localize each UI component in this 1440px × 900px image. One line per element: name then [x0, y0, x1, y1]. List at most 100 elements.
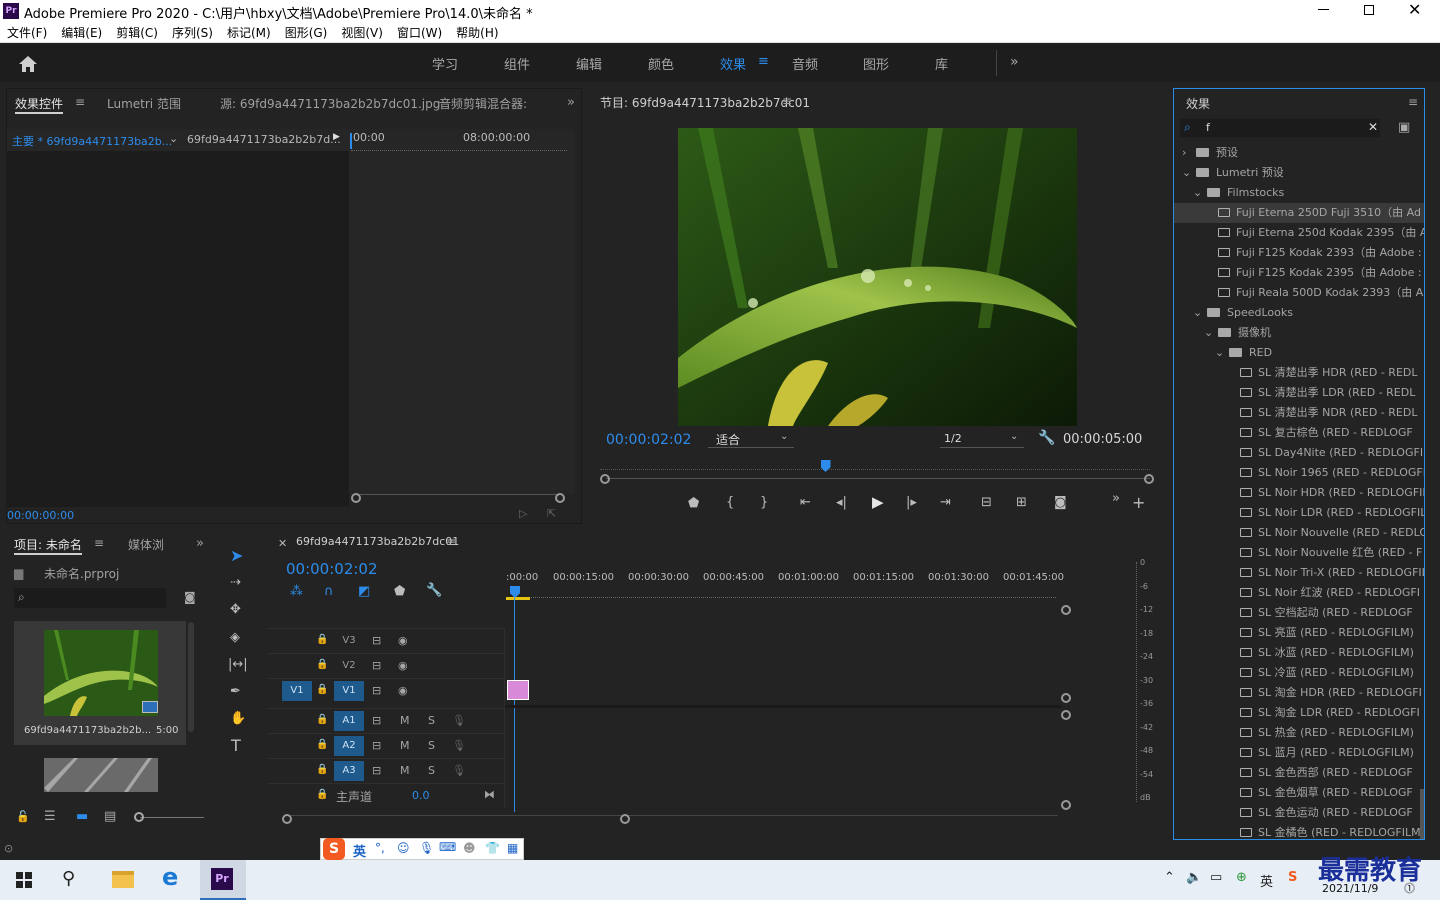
workspace-assembly[interactable]: 组件: [504, 54, 530, 73]
effects-preset-item[interactable]: SL 复古棕色 (RED - REDLOGF: [1174, 423, 1424, 443]
close-sequence-icon[interactable]: ✕: [278, 537, 287, 550]
effects-preset-item[interactable]: SL 淘金 LDR (RED - REDLOGFI: [1174, 703, 1424, 723]
effects-scrollbar[interactable]: [1420, 789, 1424, 839]
lock-icon[interactable]: 🔒: [316, 764, 328, 775]
workspace-editing[interactable]: 编辑: [576, 54, 602, 73]
tab-audio-clip-mixer[interactable]: 音频剪辑混合器:: [439, 95, 545, 112]
voiceover-mic-icon[interactable]: 🎙: [452, 714, 466, 727]
ripple-edit-icon[interactable]: ✥: [230, 603, 241, 616]
play-icon[interactable]: ▶: [872, 495, 884, 510]
edge-browser-icon[interactable]: e: [162, 863, 178, 891]
vertical-scroll-mid[interactable]: [1061, 693, 1071, 703]
effects-preset-item[interactable]: SL 冰蓝 (RED - REDLOGFILM): [1174, 643, 1424, 663]
solo-button[interactable]: S: [428, 739, 435, 752]
icon-view-icon[interactable]: ▬: [76, 809, 88, 824]
sync-lock-icon[interactable]: ⊟: [372, 714, 381, 727]
voiceover-mic-icon[interactable]: 🎙: [452, 739, 466, 752]
clip-label[interactable]: 69fd9a4471173ba2b2b7d...: [187, 133, 341, 146]
tab-project[interactable]: 项目: 未命名: [14, 536, 82, 555]
effects-preset-item[interactable]: SL 清楚出季 LDR (RED - REDL: [1174, 383, 1424, 403]
volume-icon[interactable]: 🔈: [1186, 870, 1202, 885]
freeform-view-icon[interactable]: ▤: [104, 809, 116, 824]
h-scroll-right[interactable]: [620, 814, 630, 824]
render-icon[interactable]: ▷: [519, 507, 527, 520]
workspace-learn[interactable]: 学习: [432, 54, 458, 73]
menu-sequence[interactable]: 序列(S): [165, 22, 220, 41]
menu-edit[interactable]: 编辑(E): [54, 22, 109, 41]
resolution-dropdown[interactable]: 1/2 ⌄: [940, 430, 1024, 448]
workspace-effects[interactable]: 效果: [720, 54, 746, 73]
chevron-down-icon[interactable]: ⌄: [1204, 323, 1218, 343]
effects-preset-item[interactable]: SL 热金 (RED - REDLOGFILM): [1174, 723, 1424, 743]
vertical-scroll-top[interactable]: [1061, 605, 1071, 615]
export-icon[interactable]: ⇱: [547, 507, 556, 520]
track-target-v1[interactable]: V1: [334, 681, 364, 701]
zoom-slider-handle[interactable]: [134, 812, 144, 822]
zoom-handle-left[interactable]: [600, 474, 610, 484]
solo-button[interactable]: S: [428, 714, 435, 727]
add-edit-icon[interactable]: ◩: [358, 585, 370, 598]
type-tool-icon[interactable]: T: [231, 738, 241, 754]
effects-menu-icon[interactable]: ≡: [1408, 95, 1418, 109]
effects-preset-item[interactable]: SL Noir 1965 (RED - REDLOGFIL: [1174, 463, 1424, 483]
menu-help[interactable]: 帮助(H): [449, 22, 505, 41]
workspace-color[interactable]: 颜色: [648, 54, 674, 73]
lift-icon[interactable]: ⊟: [981, 496, 992, 509]
effects-preset-item[interactable]: SL Noir HDR (RED - REDLOGFIL: [1174, 483, 1424, 503]
chevron-down-icon[interactable]: ⌄: [169, 132, 178, 145]
list-view-icon[interactable]: ☰: [44, 809, 56, 824]
timeline-settings-icon[interactable]: 🔧: [426, 584, 442, 597]
effects-preset-item[interactable]: SL 金色西部 (RED - REDLOGF: [1174, 763, 1424, 783]
ime-punct-icon[interactable]: °,: [375, 841, 385, 855]
track-target-v3[interactable]: V3: [334, 631, 364, 651]
project-scrollbar[interactable]: [188, 622, 194, 732]
effects-preset-item[interactable]: SL 蓝月 (RED - REDLOGFILM): [1174, 743, 1424, 763]
zoom-slider[interactable]: [140, 817, 204, 818]
effects-preset-item[interactable]: SL 冷蓝 (RED - REDLOGFILM): [1174, 663, 1424, 683]
lock-icon[interactable]: 🔒: [316, 714, 328, 725]
second-clip-thumbnail[interactable]: [44, 758, 158, 792]
mark-out-icon[interactable]: }: [760, 496, 768, 509]
ime-keyboard-icon[interactable]: ⌨: [439, 840, 456, 854]
effects-folder[interactable]: ⌄ 摄像机: [1174, 323, 1424, 343]
eye-icon[interactable]: ◉: [398, 659, 408, 672]
effects-preset-item[interactable]: SL Noir Nouvelle 红色 (RED - F: [1174, 543, 1424, 563]
timeline-clip[interactable]: [507, 680, 529, 700]
effects-preset-item[interactable]: SL 金色烟草 (RED - REDLOGF: [1174, 783, 1424, 803]
network-icon[interactable]: ▭: [1210, 870, 1222, 885]
lock-icon[interactable]: 🔒: [316, 684, 328, 695]
more-workspaces-icon[interactable]: »: [1010, 54, 1019, 70]
menu-view[interactable]: 视图(V): [334, 22, 390, 41]
scroll-handle-right[interactable]: [555, 493, 565, 503]
menu-clip[interactable]: 剪辑(C): [109, 22, 165, 41]
taskbar-premiere-active[interactable]: Pr: [200, 860, 246, 900]
step-forward-icon[interactable]: |▸: [906, 496, 917, 509]
maximize-icon[interactable]: [1364, 5, 1374, 15]
sync-lock-icon[interactable]: ⊟: [372, 659, 381, 672]
effects-preset-item[interactable]: SL Noir Tri-X (RED - REDLOGFIL: [1174, 563, 1424, 583]
effects-folder[interactable]: ⌄ Lumetri 预设: [1174, 163, 1424, 183]
wrench-icon[interactable]: 🔧: [1038, 430, 1055, 446]
sogou-logo-icon[interactable]: S: [323, 838, 345, 860]
workspace-menu-icon[interactable]: ≡: [758, 54, 769, 69]
sync-lock-icon[interactable]: ⊟: [372, 684, 381, 697]
source-patch[interactable]: V1: [282, 681, 312, 701]
go-to-out-icon[interactable]: ⇥: [940, 496, 951, 509]
effects-folder[interactable]: ⌄ RED: [1174, 343, 1424, 363]
effects-preset-item[interactable]: SL Day4Nite (RED - REDLOGFIL: [1174, 443, 1424, 463]
more-controls-icon[interactable]: »: [1112, 492, 1120, 505]
vertical-scroll-bottom[interactable]: [1061, 800, 1071, 810]
effects-preset-item[interactable]: SL 金色运动 (RED - REDLOGF: [1174, 803, 1424, 823]
menu-file[interactable]: 文件(F): [0, 22, 54, 41]
effects-folder[interactable]: ⌄ SpeedLooks: [1174, 303, 1424, 323]
track-target-a3[interactable]: A3: [334, 761, 364, 781]
tab-effect-controls[interactable]: 效果控件: [15, 95, 64, 114]
security-icon[interactable]: ⊕: [1236, 870, 1247, 885]
effects-preset-item[interactable]: Fuji F125 Kodak 2393（由 Adobe :: [1174, 243, 1424, 263]
voiceover-mic-icon[interactable]: 🎙: [452, 764, 466, 777]
effects-preset-item[interactable]: SL 淘金 HDR (RED - REDLOGFI: [1174, 683, 1424, 703]
effects-search-value[interactable]: f: [1206, 121, 1210, 134]
tray-chevron-icon[interactable]: ⌃: [1164, 870, 1175, 885]
timeline-timecode[interactable]: 00:00:02:02: [286, 560, 378, 578]
effects-preset-item[interactable]: SL 清楚出季 NDR (RED - REDL: [1174, 403, 1424, 423]
